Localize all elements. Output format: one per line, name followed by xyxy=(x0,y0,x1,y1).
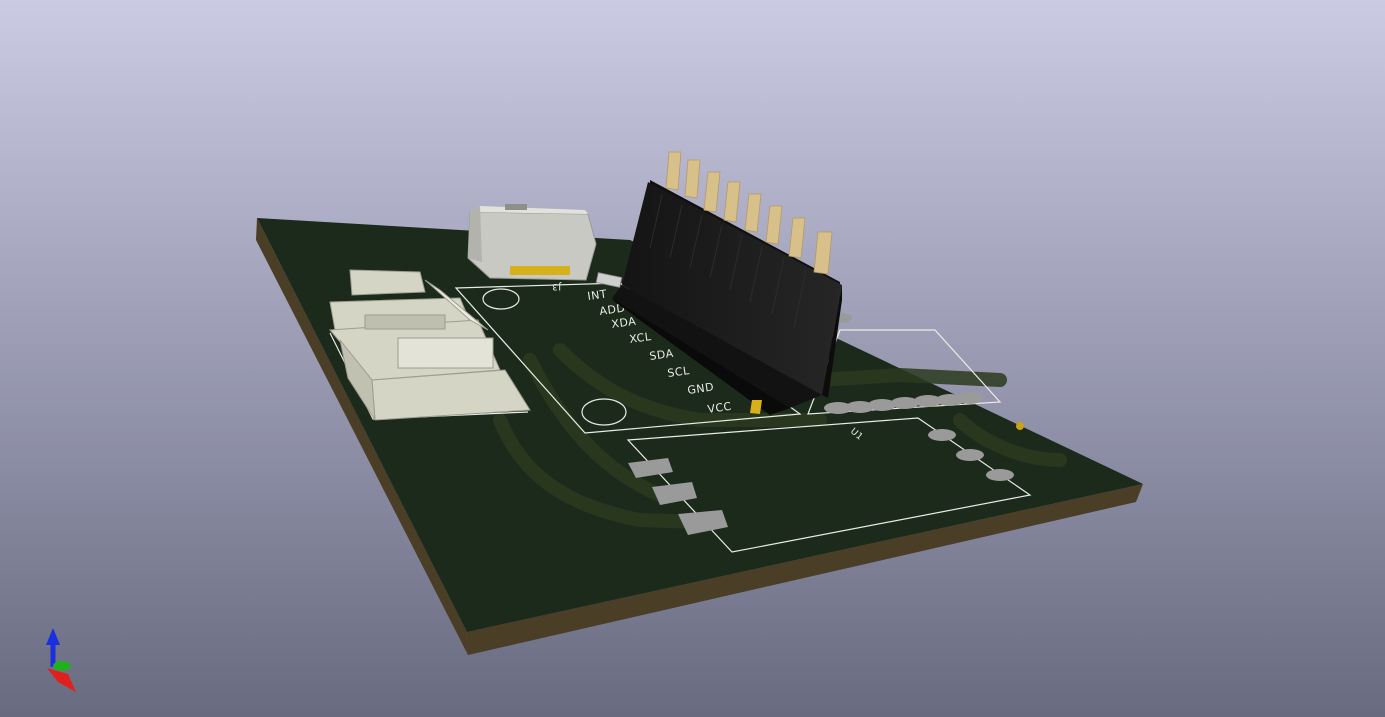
ref-j3: J3 xyxy=(552,281,562,291)
via-pad xyxy=(1016,422,1024,430)
3d-viewport[interactable]: INT ADD XDA XCL SDA SCL GND VCC J3 U1 xyxy=(0,0,1385,717)
usb-connector xyxy=(467,204,597,281)
pcb-3d-scene[interactable]: INT ADD XDA XCL SDA SCL GND VCC J3 U1 xyxy=(0,0,1385,717)
pin-label-int: INT xyxy=(587,287,608,303)
y-axis xyxy=(53,661,71,671)
